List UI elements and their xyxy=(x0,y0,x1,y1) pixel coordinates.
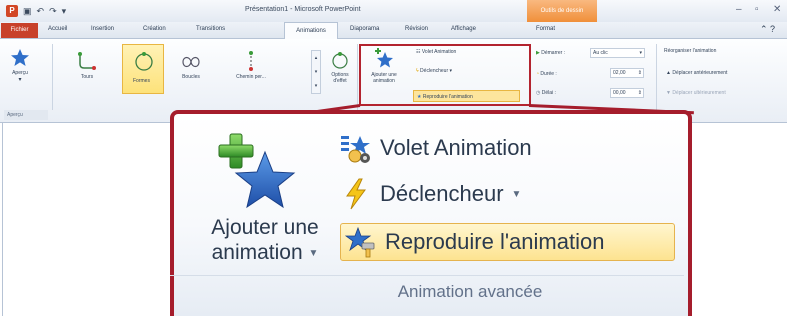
tab-diaporama[interactable]: Diaporama xyxy=(350,26,379,32)
reorg-title: Réorganiser l'animation xyxy=(664,48,717,54)
gallery-label-tours: Tours xyxy=(80,74,94,80)
animation-painter-icon xyxy=(345,226,375,258)
gallery-item-tours[interactable]: Tours xyxy=(72,50,102,80)
ribbon-separator xyxy=(52,44,53,110)
path-loops-icon xyxy=(182,56,200,68)
gallery-item-formes[interactable]: Formes xyxy=(122,44,164,94)
mini-declencheur-label: Déclencheur xyxy=(420,68,449,74)
delai-value: 00,00 xyxy=(613,90,626,96)
volet-animation-button[interactable]: Volet Animation xyxy=(340,132,532,164)
gallery-label-boucles: Boucles xyxy=(182,74,200,80)
duree-label: ◔ Durée : xyxy=(536,71,557,77)
gallery-item-chemin[interactable]: Chemin per... xyxy=(226,50,276,80)
tab-fichier[interactable]: Fichier xyxy=(1,23,38,38)
maximize-icon[interactable]: ▫ xyxy=(755,4,759,15)
apercu-button[interactable]: Aperçu ▾ xyxy=(5,48,35,83)
quick-access-toolbar: P ▣ ↶ ↷ ▾ xyxy=(6,5,66,17)
move-earlier-label: Déplacer antérieurement xyxy=(672,70,728,76)
mini-volet-label: Volet Animation xyxy=(421,49,457,55)
frame-left-edge xyxy=(2,122,3,316)
dropdown-caret-icon: ▼ xyxy=(308,247,319,259)
reproduire-animation-label: Reproduire l'animation xyxy=(385,229,605,254)
zoomed-advanced-animation-group: Ajouter une animation ▼ Volet Animation … xyxy=(170,110,692,316)
preview-star-icon xyxy=(11,49,29,66)
ribbon-separator xyxy=(656,44,657,110)
path-shape-circle-icon xyxy=(135,52,153,71)
tab-format[interactable]: Format xyxy=(536,26,555,32)
tab-accueil[interactable]: Accueil xyxy=(48,26,67,32)
mini-add-animation-button[interactable]: Ajouter une animation xyxy=(362,48,406,84)
move-later-label: Déplacer ultérieurement xyxy=(672,90,726,96)
save-icon[interactable]: ▣ xyxy=(23,6,32,16)
animation-pane-icon xyxy=(341,136,370,163)
effect-options-icon xyxy=(332,52,348,69)
mini-reproduire-label: Reproduire l'animation xyxy=(422,94,473,100)
gallery-label-chemin: Chemin per... xyxy=(236,74,266,80)
ribbon-separator xyxy=(357,44,358,110)
duree-value: 02,00 xyxy=(613,70,626,76)
tab-transitions[interactable]: Transitions xyxy=(196,26,225,32)
add-animation-label-line2: animation xyxy=(211,241,303,264)
delai-spinner[interactable]: 00,00 ⇕ xyxy=(610,88,644,98)
add-animation-star-icon xyxy=(375,48,393,68)
gallery-item-boucles[interactable]: Boucles xyxy=(176,50,206,80)
close-icon[interactable]: ✕ xyxy=(773,4,781,15)
demarrer-select[interactable]: Au clic ▾ xyxy=(590,48,645,58)
add-animation-star-icon xyxy=(218,133,296,209)
delai-label: ◷ Délai : xyxy=(536,90,556,96)
group-label-apercu: Aperçu xyxy=(4,110,48,120)
demarrer-value: Au clic xyxy=(593,50,608,56)
help-icon[interactable]: ⌃ ? xyxy=(760,24,775,35)
tab-revision[interactable]: Révision xyxy=(405,26,428,32)
options-effet-label: Options d'effet xyxy=(331,72,349,84)
tab-affichage[interactable]: Affichage xyxy=(451,26,476,32)
group-label-animation-avancee: Animation avancée xyxy=(397,282,543,301)
declencheur-button[interactable]: Déclencheur ▼ xyxy=(340,178,521,210)
group-divider xyxy=(170,275,684,276)
mini-declencheur[interactable]: ϟ Déclencheur ▾ xyxy=(416,68,452,74)
trigger-lightning-icon xyxy=(346,178,366,210)
minimize-icon[interactable]: – xyxy=(736,4,742,15)
context-tab-drawing-tools: Outils de dessin xyxy=(527,0,597,22)
move-later-button[interactable]: ▼ Déplacer ultérieurement xyxy=(666,90,726,96)
mini-add-animation-label: Ajouter une animation xyxy=(371,72,397,84)
add-animation-label[interactable]: Ajouter une animation ▼ xyxy=(190,215,340,266)
window-title: Présentation1 - Microsoft PowerPoint xyxy=(245,6,361,13)
redo-icon[interactable]: ↷ xyxy=(49,6,57,16)
declencheur-label: Déclencheur xyxy=(380,181,504,206)
gallery-scroll[interactable]: ▴ ▾ ▾ xyxy=(311,50,321,94)
reproduire-animation-button[interactable]: Reproduire l'animation xyxy=(340,223,675,261)
mini-reproduire-animation[interactable]: ★ Reproduire l'animation xyxy=(413,90,520,102)
tab-insertion[interactable]: Insertion xyxy=(91,26,114,32)
dropdown-caret-icon: ▼ xyxy=(511,188,522,200)
add-animation-label-line1: Ajouter une xyxy=(211,216,319,239)
volet-animation-label: Volet Animation xyxy=(380,135,532,160)
mini-volet-animation[interactable]: ☷ Volet Animation xyxy=(416,49,456,55)
path-custom-icon xyxy=(249,51,253,71)
tab-creation[interactable]: Création xyxy=(143,26,166,32)
undo-icon[interactable]: ↶ xyxy=(37,6,45,16)
demarrer-label: ▶ Démarrer : xyxy=(536,50,566,56)
powerpoint-logo-icon[interactable]: P xyxy=(6,5,18,17)
duree-spinner[interactable]: 02,00 ⇕ xyxy=(610,68,644,78)
path-turns-icon xyxy=(78,52,96,70)
title-bar: P ▣ ↶ ↷ ▾ Présentation1 - Microsoft Powe… xyxy=(0,0,787,22)
options-effet-button[interactable]: Options d'effet xyxy=(325,50,355,84)
customize-qat-icon[interactable]: ▾ xyxy=(62,6,67,16)
move-earlier-button[interactable]: ▲ Déplacer antérieurement xyxy=(666,70,727,76)
gallery-label-formes: Formes xyxy=(133,78,150,84)
ribbon-tabs: Fichier Accueil Insertion Création Trans… xyxy=(0,22,787,40)
tab-animations[interactable]: Animations xyxy=(284,22,338,40)
add-animation-button[interactable] xyxy=(210,130,300,215)
